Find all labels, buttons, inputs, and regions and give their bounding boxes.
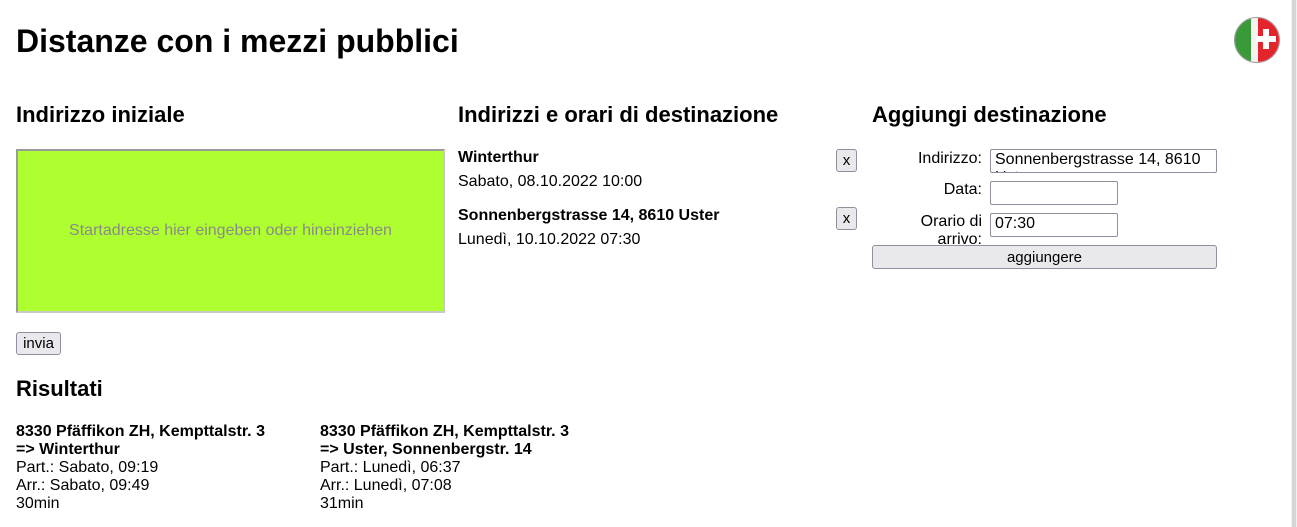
address-label: Indirizzo: xyxy=(917,150,982,167)
result-card: 8330 Pfäffikon ZH, Kempttalstr. 3 => Win… xyxy=(16,423,265,513)
date-label: Data: xyxy=(943,181,982,198)
result-departure: Part.: Lunedì, 06:37 xyxy=(320,459,461,476)
page-title: Distanze con i mezzi pubblici xyxy=(16,23,459,59)
destination-datetime: Sabato, 08.10.2022 10:00 xyxy=(458,173,643,190)
destination-name: Winterthur xyxy=(458,149,539,166)
result-duration: 31min xyxy=(320,495,364,512)
result-arrival: Arr.: Lunedì, 07:08 xyxy=(320,477,452,494)
result-arrival: Arr.: Sabato, 09:49 xyxy=(16,477,150,494)
arrival-time-input[interactable]: 07:30 xyxy=(990,213,1118,237)
result-duration: 30min xyxy=(16,495,60,512)
add-destination-heading: Aggiungi destinazione xyxy=(872,102,1107,127)
result-departure: Part.: Sabato, 09:19 xyxy=(16,459,159,476)
address-input[interactable]: Sonnenbergstrasse 14, 8610 Uster xyxy=(990,149,1217,173)
remove-destination-button[interactable]: x xyxy=(836,207,857,230)
dropzone-placeholder: Startadresse hier eingeben oder hineinzi… xyxy=(69,222,392,239)
add-destination-button[interactable]: aggiungere xyxy=(872,245,1217,269)
start-heading: Indirizzo iniziale xyxy=(16,102,185,127)
start-address-dropzone[interactable]: Startadresse hier eingeben oder hineinzi… xyxy=(16,149,445,313)
result-origin: 8330 Pfäffikon ZH, Kempttalstr. 3 xyxy=(16,423,265,440)
date-input[interactable] xyxy=(990,181,1118,205)
remove-destination-button[interactable]: x xyxy=(836,149,857,172)
destination-name: Sonnenbergstrasse 14, 8610 Uster xyxy=(458,207,720,224)
scrollbar-thumb[interactable] xyxy=(1292,0,1296,527)
language-flag-icon[interactable] xyxy=(1234,17,1280,63)
destinations-heading: Indirizzi e orari di destinazione xyxy=(458,102,779,127)
result-card: 8330 Pfäffikon ZH, Kempttalstr. 3 => Ust… xyxy=(320,423,569,513)
result-origin: 8330 Pfäffikon ZH, Kempttalstr. 3 xyxy=(320,423,569,440)
result-destination: => Uster, Sonnenbergstr. 14 xyxy=(320,441,532,458)
arrival-time-label: Orario di arrivo: xyxy=(920,213,982,248)
submit-start-button[interactable]: invia xyxy=(16,332,61,355)
result-destination: => Winterthur xyxy=(16,441,120,458)
results-heading: Risultati xyxy=(16,376,103,401)
destination-datetime: Lunedì, 10.10.2022 07:30 xyxy=(458,231,641,248)
